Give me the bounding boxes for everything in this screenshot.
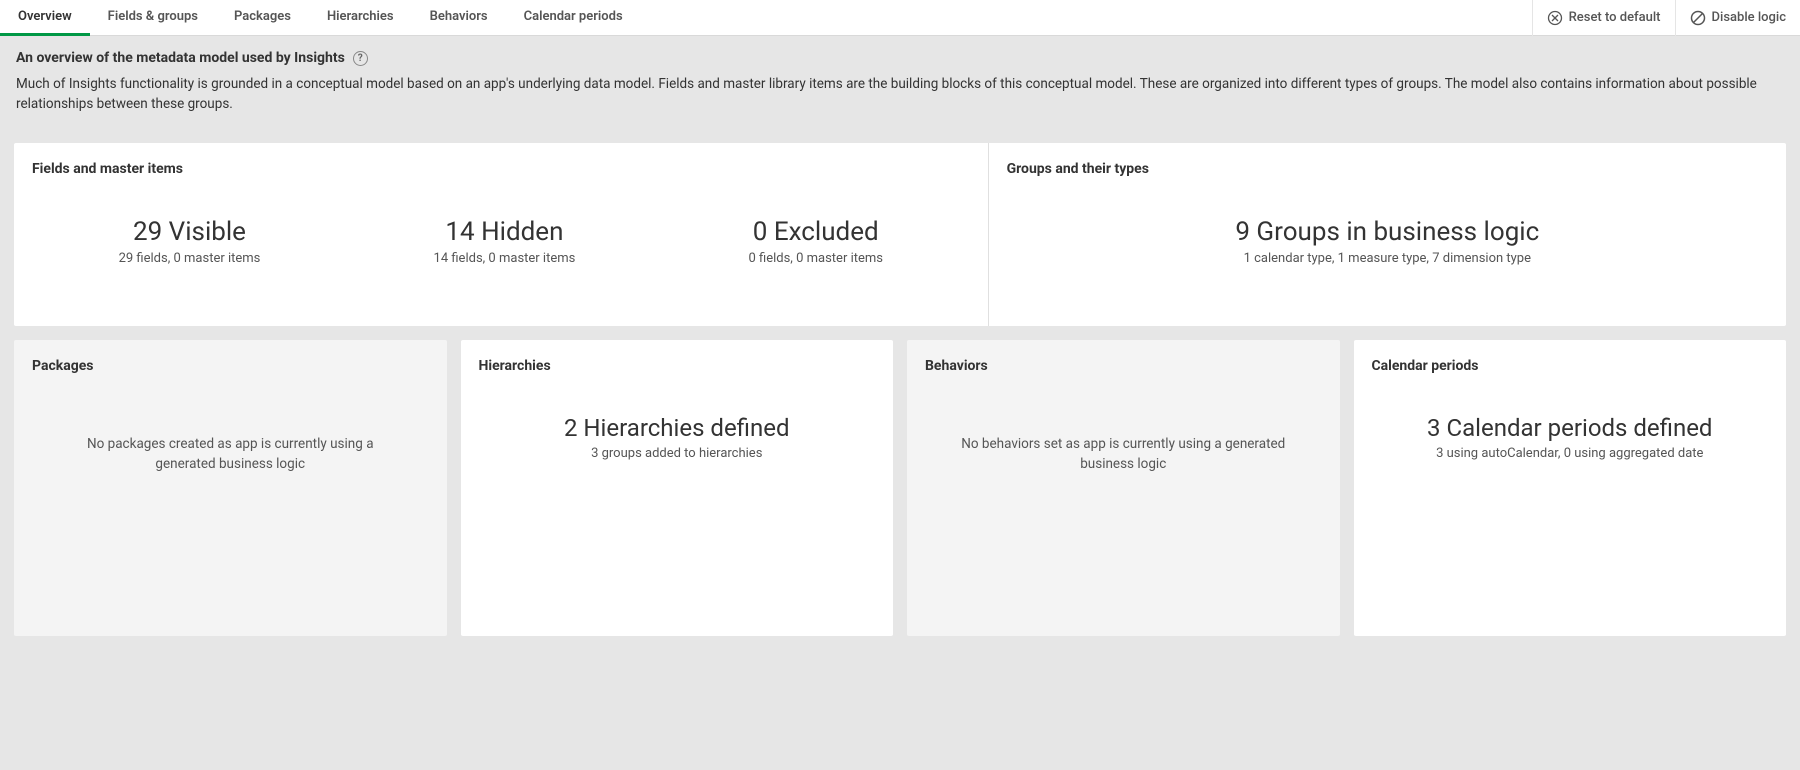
metric-sublabel: 0 fields, 0 master items <box>748 251 883 266</box>
empty-state-text: No packages created as app is currently … <box>32 414 429 475</box>
excluded-metric: 0 Excluded 0 fields, 0 master items <box>748 217 883 266</box>
help-icon[interactable]: ? <box>353 51 368 66</box>
empty-state-text: No behaviors set as app is currently usi… <box>925 414 1322 475</box>
disable-logic-button[interactable]: Disable logic <box>1675 0 1800 36</box>
hidden-metric: 14 Hidden 14 fields, 0 master items <box>434 217 576 266</box>
toolbar-label: Reset to default <box>1569 10 1661 25</box>
intro-title: An overview of the metadata model used b… <box>16 50 345 66</box>
tab-behaviors[interactable]: Behaviors <box>412 0 506 36</box>
intro-block: An overview of the metadata model used b… <box>14 50 1786 115</box>
metric-value: 29 Visible <box>119 217 261 247</box>
metric-sublabel: 1 calendar type, 1 measure type, 7 dimen… <box>1007 251 1768 266</box>
calendar-periods-card: Calendar periods 3 Calendar periods defi… <box>1354 340 1787 636</box>
disable-icon <box>1690 10 1706 26</box>
tab-calendar-periods[interactable]: Calendar periods <box>506 0 641 36</box>
card-title: Behaviors <box>925 358 1322 374</box>
reset-to-default-button[interactable]: Reset to default <box>1532 0 1675 36</box>
tab-overview[interactable]: Overview <box>0 0 90 36</box>
metric-sublabel: 3 using autoCalendar, 0 using aggregated… <box>1372 446 1769 461</box>
metric-value: 3 Calendar periods defined <box>1372 414 1769 442</box>
metric-value: 0 Excluded <box>748 217 883 247</box>
metric-value: 2 Hierarchies defined <box>479 414 876 442</box>
packages-card: Packages No packages created as app is c… <box>14 340 447 636</box>
tab-hierarchies[interactable]: Hierarchies <box>309 0 412 36</box>
card-title: Groups and their types <box>1007 161 1768 177</box>
metric-sublabel: 3 groups added to hierarchies <box>479 446 876 461</box>
tab-packages[interactable]: Packages <box>216 0 309 36</box>
tabbar: Overview Fields & groups Packages Hierar… <box>0 0 1800 36</box>
groups-card: Groups and their types 9 Groups in busin… <box>989 143 1786 326</box>
metric-value: 14 Hidden <box>434 217 576 247</box>
cards-row-1: Fields and master items 29 Visible 29 fi… <box>14 143 1786 326</box>
visible-metric: 29 Visible 29 fields, 0 master items <box>119 217 261 266</box>
behaviors-card: Behaviors No behaviors set as app is cur… <box>907 340 1340 636</box>
card-title: Hierarchies <box>479 358 876 374</box>
card-title: Packages <box>32 358 429 374</box>
reset-icon <box>1547 10 1563 26</box>
toolbar-label: Disable logic <box>1712 10 1786 25</box>
tab-fields-groups[interactable]: Fields & groups <box>90 0 216 36</box>
fields-card: Fields and master items 29 Visible 29 fi… <box>14 143 989 326</box>
metric-sublabel: 29 fields, 0 master items <box>119 251 261 266</box>
intro-description: Much of Insights functionality is ground… <box>16 74 1786 115</box>
hierarchies-card: Hierarchies 2 Hierarchies defined 3 grou… <box>461 340 894 636</box>
cards-row-2: Packages No packages created as app is c… <box>14 340 1786 636</box>
card-title: Fields and master items <box>32 161 970 177</box>
card-title: Calendar periods <box>1372 358 1769 374</box>
metric-sublabel: 14 fields, 0 master items <box>434 251 576 266</box>
metric-value: 9 Groups in business logic <box>1007 217 1768 247</box>
content: An overview of the metadata model used b… <box>0 36 1800 650</box>
